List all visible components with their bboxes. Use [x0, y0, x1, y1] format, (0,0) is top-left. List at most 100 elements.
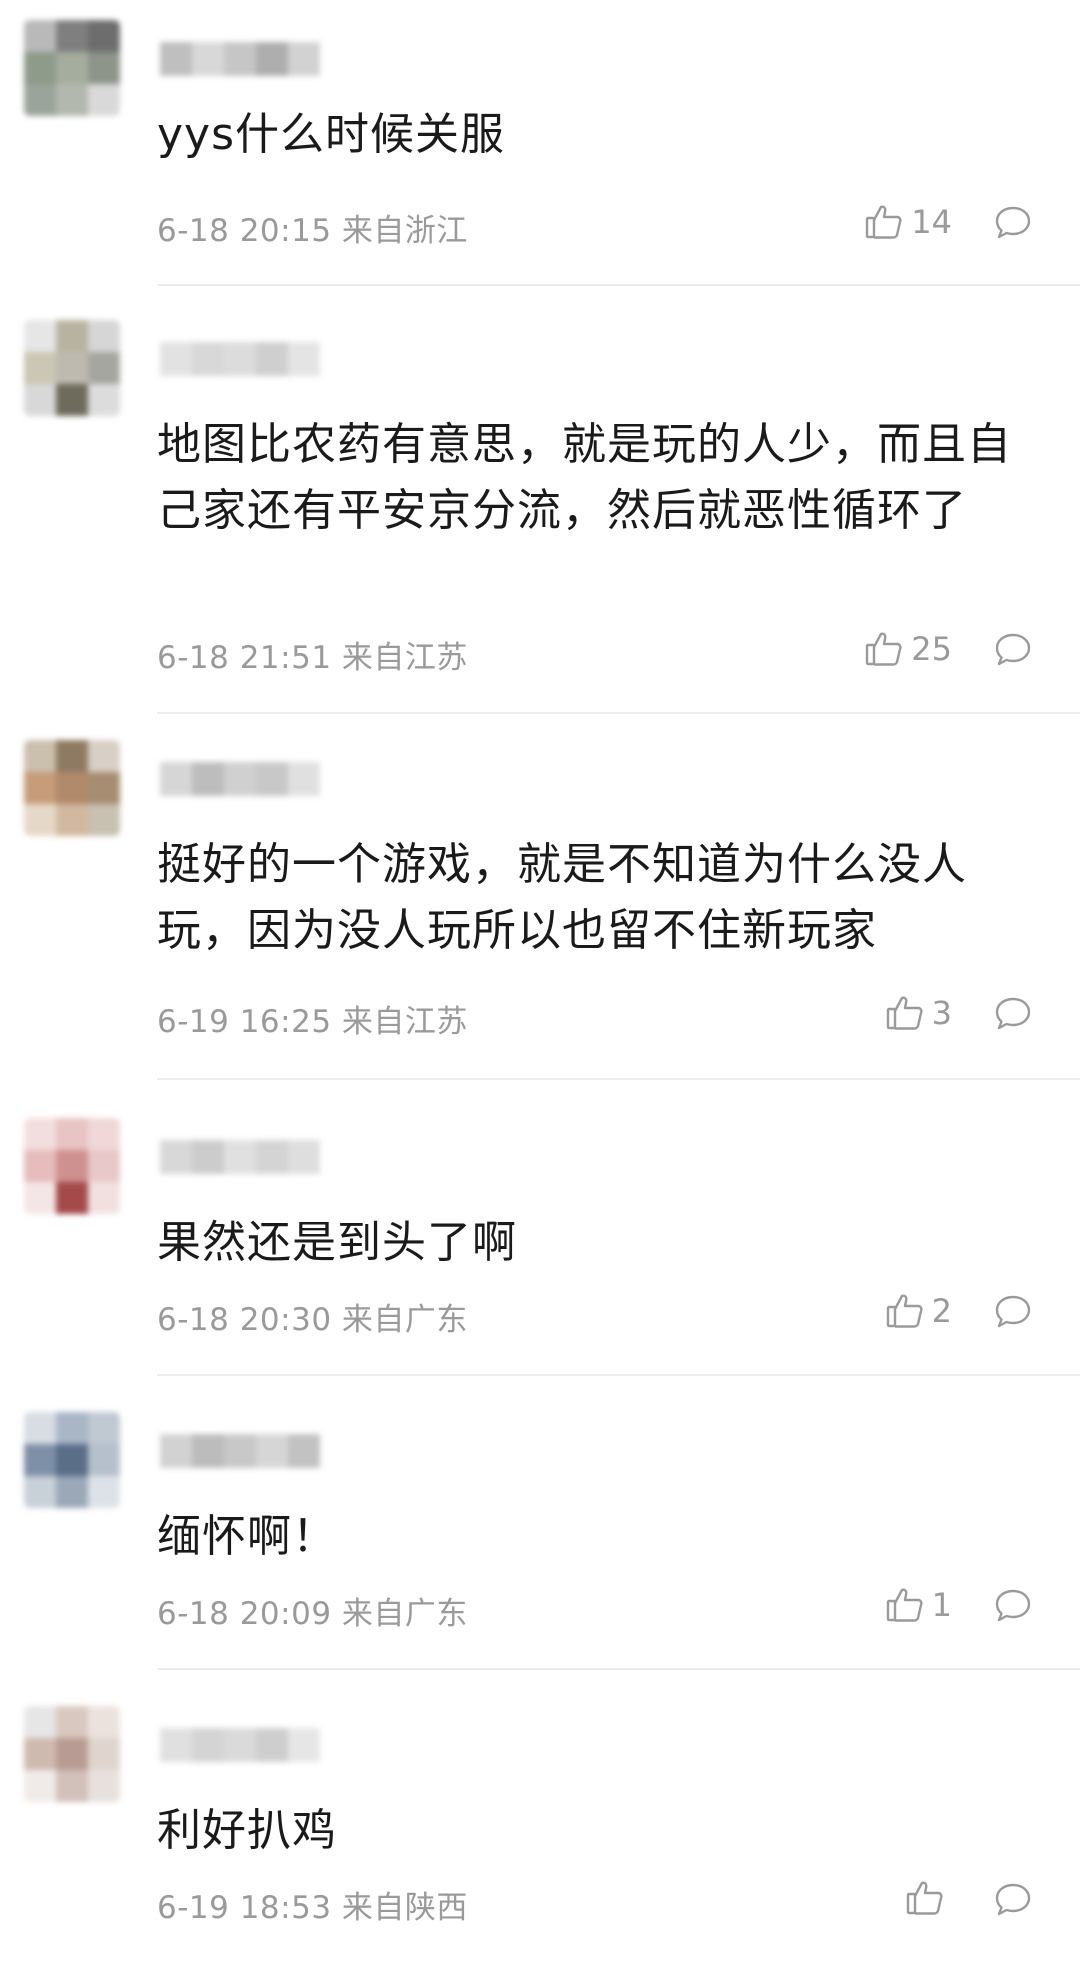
username-pixel	[288, 1728, 320, 1762]
avatar-pixel	[56, 772, 88, 804]
avatar-pixel	[88, 1770, 120, 1802]
avatar-pixel	[56, 1770, 88, 1802]
avatar[interactable]	[24, 1412, 120, 1508]
username-blurred[interactable]	[160, 1140, 320, 1174]
like-count: 2	[931, 1292, 952, 1330]
comment-location: 来自江苏	[341, 640, 468, 676]
avatar-pixel	[24, 1182, 56, 1214]
avatar-pixel	[56, 740, 88, 772]
username-pixel	[256, 342, 288, 376]
avatar-pixel	[56, 52, 88, 84]
username-blurred[interactable]	[160, 342, 320, 376]
reply-button[interactable]	[994, 1882, 1032, 1918]
speech-bubble-icon	[994, 632, 1032, 668]
avatar-pixel	[88, 1476, 120, 1508]
username-pixel	[224, 762, 256, 796]
username-blurred[interactable]	[160, 1728, 320, 1762]
thumbs-up-icon	[906, 1880, 944, 1916]
comment-location: 来自广东	[341, 1596, 468, 1632]
avatar-pixel	[88, 740, 120, 772]
like-count: 1	[931, 1586, 952, 1624]
avatar-pixel	[24, 1738, 56, 1770]
thumbs-up-icon	[886, 995, 924, 1031]
username-pixel	[224, 1728, 256, 1762]
username-pixel	[192, 762, 224, 796]
username-pixel	[256, 1728, 288, 1762]
reply-button[interactable]	[994, 996, 1032, 1032]
username-pixel	[224, 1434, 256, 1468]
comment-text: yys什么时候关服	[157, 109, 506, 160]
username-pixel	[160, 342, 192, 376]
comment-location: 来自江苏	[341, 1004, 468, 1040]
like-button[interactable]: 14	[865, 203, 952, 241]
comment-text: 利好扒鸡	[157, 1805, 337, 1856]
comment-meta: 6-18 21:51 来自江苏	[157, 632, 468, 677]
avatar-pixel	[56, 1150, 88, 1182]
comment-time: 6-18 20:15	[157, 213, 332, 249]
avatar-pixel	[56, 1444, 88, 1476]
avatar[interactable]	[24, 1706, 120, 1802]
avatar-pixel	[24, 1118, 56, 1150]
username-pixel	[160, 1434, 192, 1468]
reply-button[interactable]	[994, 1588, 1032, 1624]
avatar-pixel	[24, 1412, 56, 1444]
username-pixel	[288, 1434, 320, 1468]
like-count: 25	[911, 630, 952, 668]
avatar-pixel	[56, 384, 88, 416]
avatar-pixel	[88, 52, 120, 84]
username-pixel	[256, 42, 288, 76]
divider	[157, 1668, 1080, 1670]
avatar[interactable]	[24, 20, 120, 116]
comment-text: 果然还是到头了啊	[157, 1217, 517, 1268]
avatar[interactable]	[24, 320, 120, 416]
avatar-pixel	[88, 1118, 120, 1150]
speech-bubble-icon	[994, 1882, 1032, 1918]
avatar-pixel	[24, 320, 56, 352]
thumbs-up-icon	[865, 631, 903, 667]
username-blurred[interactable]	[160, 42, 320, 76]
username-pixel	[160, 42, 192, 76]
avatar-pixel	[56, 1738, 88, 1770]
username-pixel	[192, 1434, 224, 1468]
comment-meta: 6-18 20:30 来自广东	[157, 1294, 468, 1339]
avatar-pixel	[24, 1476, 56, 1508]
reply-button[interactable]	[994, 1294, 1032, 1330]
comment-time: 6-18 20:09	[157, 1596, 332, 1632]
avatar-pixel	[88, 384, 120, 416]
avatar-pixel	[88, 1412, 120, 1444]
avatar-pixel	[88, 1738, 120, 1770]
username-blurred[interactable]	[160, 762, 320, 796]
divider	[157, 284, 1080, 286]
like-button[interactable]	[906, 1880, 952, 1916]
avatar-pixel	[56, 320, 88, 352]
comment-meta: 6-19 16:25 来自江苏	[157, 996, 468, 1041]
like-button[interactable]: 3	[886, 994, 952, 1032]
username-pixel	[192, 1728, 224, 1762]
username-pixel	[192, 42, 224, 76]
speech-bubble-icon	[994, 205, 1032, 241]
avatar-pixel	[24, 1770, 56, 1802]
username-pixel	[224, 42, 256, 76]
like-button[interactable]: 25	[865, 630, 952, 668]
reply-button[interactable]	[994, 205, 1032, 241]
comment-location: 来自广东	[341, 1302, 468, 1338]
comment-location: 来自陕西	[341, 1890, 468, 1926]
username-pixel	[256, 762, 288, 796]
username-pixel	[288, 762, 320, 796]
comment-meta: 6-18 20:15 来自浙江	[157, 205, 468, 250]
like-button[interactable]: 1	[886, 1586, 952, 1624]
avatar-pixel	[24, 1444, 56, 1476]
avatar-pixel	[24, 772, 56, 804]
avatar-pixel	[56, 1182, 88, 1214]
like-count: 14	[911, 203, 952, 241]
avatar[interactable]	[24, 740, 120, 836]
avatar-pixel	[88, 1444, 120, 1476]
avatar-pixel	[24, 52, 56, 84]
comment-text: 地图比农药有意思，就是玩的人少，而且自己家还有平安京分流，然后就恶性循环了	[157, 419, 1012, 536]
avatar[interactable]	[24, 1118, 120, 1214]
username-blurred[interactable]	[160, 1434, 320, 1468]
like-button[interactable]: 2	[886, 1292, 952, 1330]
username-pixel	[224, 1140, 256, 1174]
reply-button[interactable]	[994, 632, 1032, 668]
avatar-pixel	[56, 804, 88, 836]
